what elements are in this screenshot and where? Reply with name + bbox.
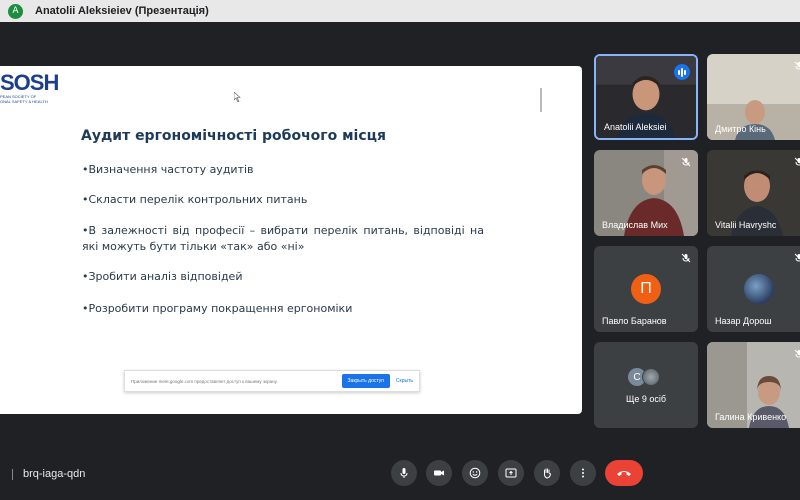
participant-tile[interactable]: Галина Кривенко [707, 342, 800, 428]
present-icon [505, 468, 517, 478]
stop-sharing-button[interactable]: Закрыть доступ [341, 374, 390, 388]
mic-off-icon [794, 61, 800, 70]
bullet-item: •Визначення частоту аудитів [82, 163, 254, 176]
participant-name: Vitalii Havryshc [715, 220, 777, 230]
speaking-icon [674, 64, 690, 80]
mic-button[interactable] [391, 460, 417, 486]
presentation-slide: SOSH PEAN SOCIETY OF ONAL SAFETY & HEALT… [0, 66, 582, 414]
participant-avatar: П [631, 274, 661, 304]
participant-tile[interactable]: Назар Дорош [707, 246, 800, 332]
present-button[interactable] [498, 460, 524, 486]
presenter-avatar: A [8, 3, 23, 19]
hide-notice-link[interactable]: Скрыть [396, 378, 413, 384]
participant-name: Назар Дорош [715, 316, 772, 326]
more-options-icon [582, 468, 584, 478]
meeting-code-text: brq-iaga-qdn [23, 468, 86, 480]
participant-tile[interactable]: П Павло Баранов [594, 246, 698, 332]
more-participants-avatars: С [628, 368, 668, 388]
mic-off-icon [794, 349, 800, 358]
slide-title: Аудит ергономічності робочого місця [81, 128, 387, 144]
camera-icon [434, 470, 444, 476]
bullet-item: •Скласти перелік контрольних питань [82, 193, 308, 206]
end-call-button[interactable] [605, 460, 643, 486]
raise-hand-icon [543, 468, 552, 479]
participant-tile[interactable]: Дмитро Кінь [707, 54, 800, 140]
bullet-item: •Розробити програму покращення ергономік… [82, 302, 353, 315]
bullet-item: •Зробити аналіз відповідей [82, 270, 243, 283]
participant-tile[interactable]: Владислав Мих [594, 150, 698, 236]
more-options-button[interactable] [570, 460, 596, 486]
participant-name: Павло Баранов [602, 316, 667, 326]
mic-off-icon [794, 253, 800, 262]
more-participants-tile[interactable]: С Ще 9 осіб [594, 342, 698, 428]
reactions-button[interactable] [462, 460, 488, 486]
separator [12, 468, 13, 480]
meeting-controls-bar: brq-iaga-qdn [0, 444, 800, 500]
mic-off-icon [794, 157, 800, 166]
participant-name: Anatolii Aleksiei [604, 122, 667, 132]
mic-icon [400, 468, 408, 478]
mic-off-icon [681, 157, 691, 167]
meeting-code: brq-iaga-qdn [12, 468, 85, 480]
screen-share-notice: Приложение meet.google.com предоставляет… [124, 370, 420, 392]
participant-tile[interactable]: Anatolii Aleksiei [594, 54, 698, 140]
window-title: Anatolii Aleksieiev (Презентація) [35, 5, 209, 17]
window-title-bar: A Anatolii Aleksieiev (Презентація) [0, 0, 800, 22]
participant-name: Владислав Мих [602, 220, 668, 230]
end-call-icon [617, 471, 631, 476]
osh-logo: SOSH PEAN SOCIETY OF ONAL SAFETY & HEALT… [0, 72, 60, 106]
raise-hand-button[interactable] [534, 460, 560, 486]
bullet-item: •В залежності від професії – вибрати пер… [82, 224, 484, 253]
logo-text: SOSH [0, 70, 59, 95]
more-participants-label: Ще 9 осіб [625, 394, 667, 404]
text-cursor-line [540, 88, 542, 112]
camera-button[interactable] [426, 460, 452, 486]
logo-subtext-2: ONAL SAFETY & HEALTH [0, 99, 48, 104]
participant-tile[interactable]: Vitalii Havryshc [707, 150, 800, 236]
notice-text: Приложение meet.google.com предоставляет… [131, 378, 278, 384]
mouse-cursor-icon [234, 92, 241, 102]
participant-avatar [642, 368, 660, 386]
participant-name: Галина Кривенко [715, 412, 787, 422]
emoji-icon [469, 467, 481, 479]
mic-off-icon [681, 253, 691, 263]
participant-avatar [744, 274, 774, 304]
participant-name: Дмитро Кінь [715, 124, 766, 134]
